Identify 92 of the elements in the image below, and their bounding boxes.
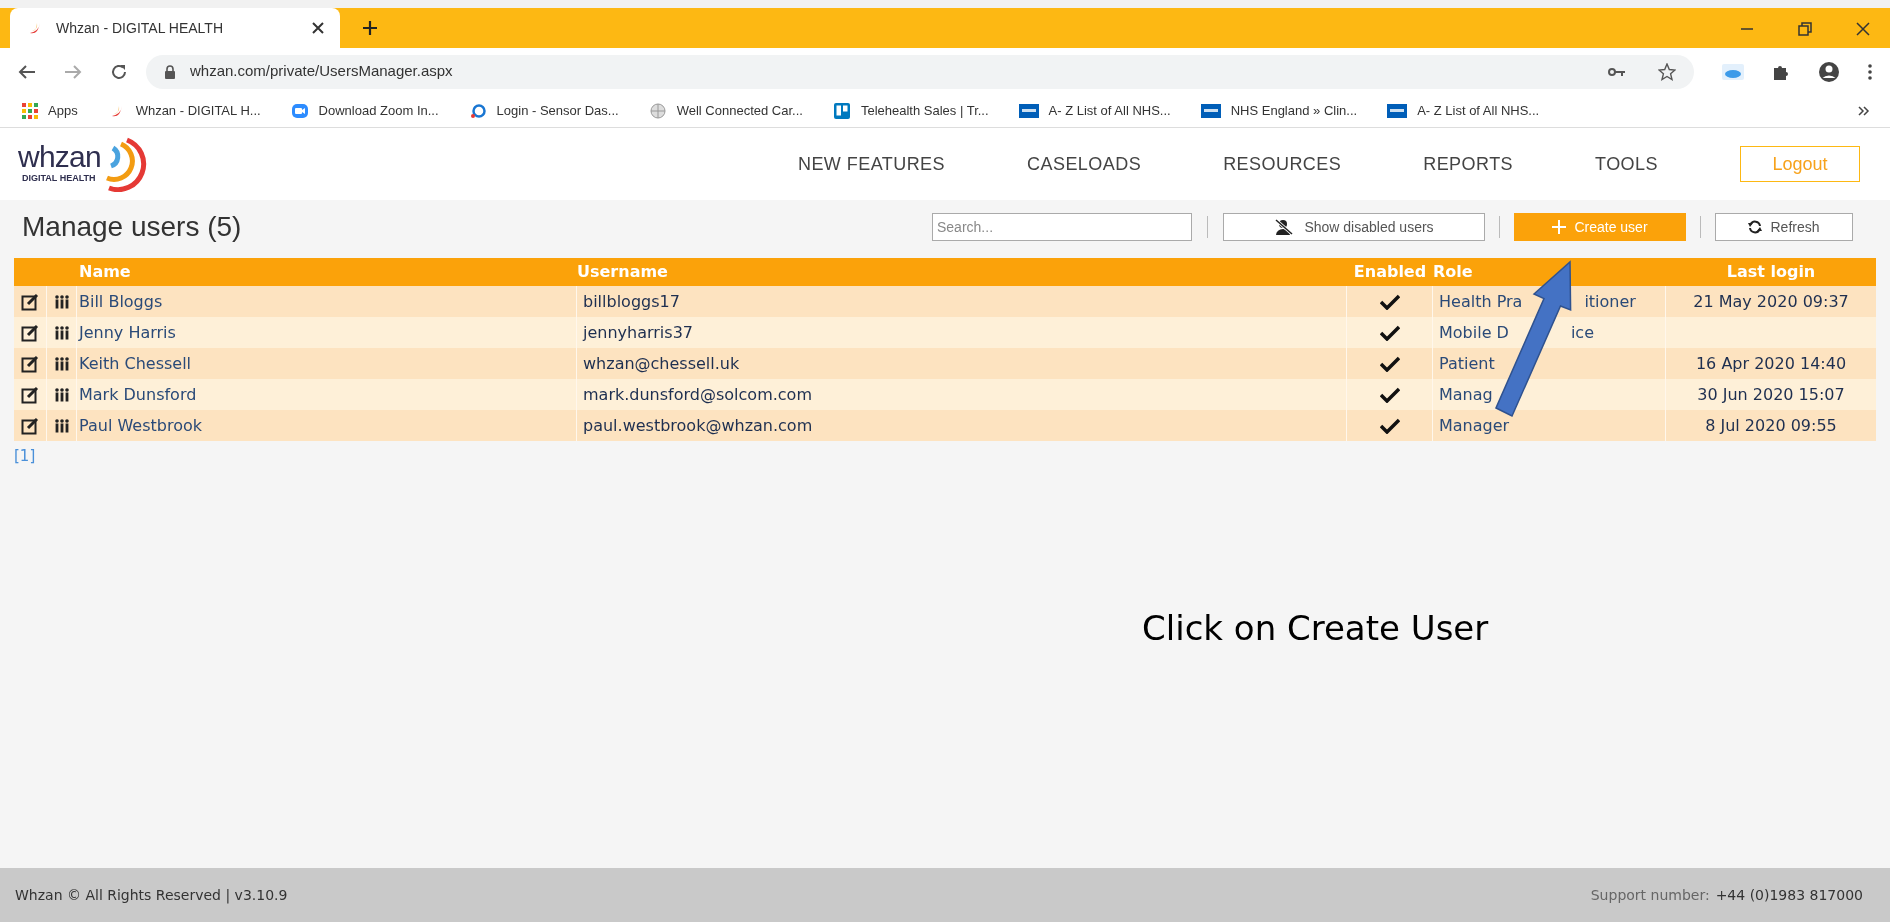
bookmark[interactable]: Telehealth Sales | Tr... (832, 101, 989, 121)
username-cell-text: mark.dunsford@solcom.com (583, 383, 812, 406)
browser-tab[interactable]: Whzan - DIGITAL HEALTH (10, 8, 340, 48)
edit-icon[interactable] (21, 416, 39, 435)
logo-tagline: DIGITAL HEALTH (21, 172, 97, 186)
reload-icon[interactable] (110, 62, 128, 81)
tab-title: Whzan - DIGITAL HEALTH (56, 18, 224, 38)
check-icon (1379, 355, 1400, 372)
nav-link[interactable]: RESOURCES (1223, 150, 1342, 178)
column-header: Username (577, 261, 669, 283)
camera-icon (290, 102, 309, 120)
refresh-button[interactable]: Refresh (1715, 213, 1853, 241)
nav-link[interactable]: TOOLS (1595, 150, 1658, 178)
check-icon (1379, 386, 1400, 403)
bookmark[interactable]: A- Z List of All NHS... (1018, 101, 1171, 121)
edit-icon[interactable] (21, 323, 39, 342)
column-header: Enabled (1352, 261, 1428, 283)
people-icon[interactable] (53, 418, 70, 433)
edit-icon[interactable] (21, 385, 39, 404)
plus-icon (1552, 220, 1567, 234)
edit-icon[interactable] (21, 354, 39, 373)
ring-icon (468, 102, 487, 120)
nhs-badge-icon (1018, 104, 1039, 118)
cloud-icon[interactable] (1722, 63, 1744, 80)
user-name-link[interactable]: Keith Chessell (79, 351, 192, 376)
column-header: Last login (1725, 261, 1817, 283)
page-title: Manage users (5) (22, 210, 242, 244)
nav-link[interactable]: CASELOADS (1027, 150, 1142, 178)
last-login-cell-text: 30 Jun 2020 15:07 (1697, 383, 1845, 406)
role-text: Manager (1439, 414, 1510, 437)
user-name-link[interactable]: Mark Dunsford (79, 382, 197, 407)
last-login-cell-text: 16 Apr 2020 14:40 (1695, 352, 1847, 375)
more-icon[interactable] (1868, 63, 1872, 80)
nhs-badge-icon (1387, 104, 1408, 118)
user-slash-icon (1274, 219, 1295, 235)
logo-text: whzan (18, 142, 101, 173)
url-text: whzan.com/private/UsersManager.aspx (190, 61, 454, 82)
board-icon (832, 102, 851, 120)
user-name-link[interactable]: Paul Westbrook (79, 413, 202, 438)
close-icon[interactable] (1856, 22, 1870, 36)
role-text: Manag (1439, 383, 1493, 406)
lock-icon (164, 64, 176, 79)
people-icon[interactable] (53, 325, 70, 340)
back-arrow-icon[interactable] (18, 63, 36, 80)
star-icon[interactable] (1658, 62, 1676, 81)
edit-icon[interactable] (21, 292, 39, 311)
bookmark[interactable]: Download Zoom In... (290, 101, 439, 121)
people-icon[interactable] (53, 294, 70, 309)
bookmark[interactable]: Whzan - DIGITAL H... (107, 101, 261, 121)
nav-link[interactable]: REPORTS (1423, 150, 1514, 178)
last-login-cell-text: 8 Jul 2020 09:55 (1705, 414, 1837, 437)
role-text: Patient (1439, 352, 1495, 375)
column-header: Role (1433, 261, 1474, 283)
nav-link[interactable]: NEW FEATURES (797, 150, 946, 178)
bookmark[interactable]: NHS England » Clin... (1200, 101, 1358, 121)
role-text: itioner (1584, 290, 1636, 313)
annotation-text: Click on Create User (1142, 607, 1489, 650)
support-number: +44 (0)1983 817000 (1715, 885, 1863, 905)
support-label: Support number: (1590, 885, 1710, 905)
role-text: Health Pra (1439, 290, 1523, 313)
close-icon[interactable] (312, 22, 324, 34)
key-icon[interactable] (1608, 66, 1626, 77)
column-header: Name (78, 261, 132, 283)
user-name-link[interactable]: Jenny Harris (79, 320, 176, 345)
new-tab-icon[interactable] (362, 20, 378, 36)
address-field[interactable]: whzan.com/private/UsersManager.aspx (146, 54, 1694, 89)
last-login-cell-text: 21 May 2020 09:37 (1693, 290, 1849, 313)
user-name-link[interactable]: Bill Bloggs (79, 289, 163, 314)
bookmark[interactable]: A- Z List of All NHS... (1387, 101, 1540, 121)
bookmark[interactable]: Login - Sensor Das... (468, 101, 619, 121)
username-cell-text: whzan@chessell.uk (583, 352, 740, 375)
people-icon[interactable] (53, 387, 70, 402)
copyright-text: Whzan © All Rights Reserved | v3.10.9 (15, 885, 288, 906)
restore-icon[interactable] (1798, 22, 1812, 36)
check-icon (1379, 417, 1400, 434)
username-cell-text: jennyharris37 (583, 321, 693, 344)
bookmark[interactable]: Well Connected Car... (648, 101, 803, 121)
chevron-icon[interactable] (1858, 106, 1870, 116)
profile-icon[interactable] (1818, 60, 1840, 83)
refresh-icon (1748, 220, 1763, 234)
bookmark[interactable]: Apps (22, 101, 78, 121)
apps-grid-icon (22, 103, 38, 119)
search-field[interactable]: Search... (932, 213, 1192, 241)
username-cell-text: paul.westbrook@whzan.com (583, 414, 813, 437)
check-icon (1379, 293, 1400, 310)
people-icon[interactable] (53, 356, 70, 371)
globe-icon (648, 102, 667, 120)
role-text: Mobile D (1439, 321, 1509, 344)
username-cell-text: billbloggs17 (583, 290, 680, 313)
check-icon (1379, 324, 1400, 341)
nhs-badge-icon (1200, 104, 1221, 118)
role-text: ice (1570, 321, 1594, 344)
